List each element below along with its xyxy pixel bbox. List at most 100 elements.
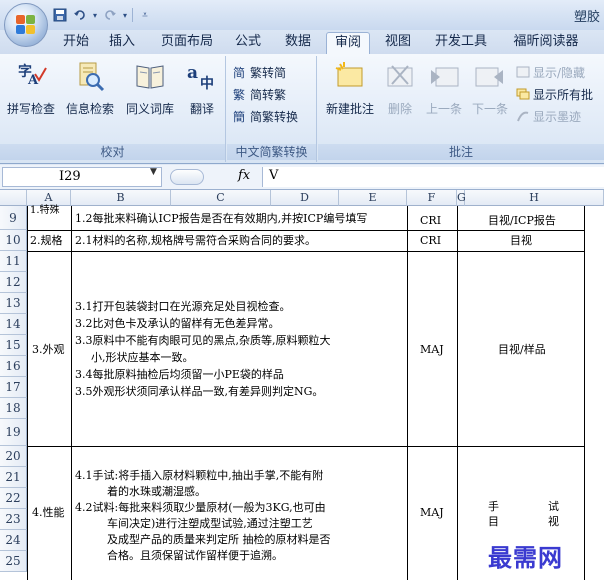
show-hide-comment-button[interactable]: 显示/隐藏 <box>516 62 585 82</box>
cell-a8-partial: 1.特殊 <box>30 205 60 216</box>
tab-home[interactable]: 开始 <box>58 32 94 54</box>
show-all-comments-button[interactable]: 显示所有批 <box>516 84 593 104</box>
tab-review[interactable]: 审阅 <box>326 32 370 54</box>
row-header-17[interactable]: 17 <box>0 377 27 398</box>
svg-text:a: a <box>187 63 198 83</box>
row-header-20[interactable]: 20 <box>0 446 27 467</box>
row-header-9[interactable]: 9 <box>0 206 27 230</box>
ribbon-tabs: 开始 插入 页面布局 公式 数据 审阅 视图 开发工具 福昕阅读器 <box>0 30 604 54</box>
new-comment-button[interactable]: 新建批注 <box>320 60 380 117</box>
row-header-16[interactable]: 16 <box>0 356 27 377</box>
formula-bar-expand-button[interactable] <box>170 169 204 185</box>
worksheet: A B C D E F G H 9 10 11 12 13 14 15 16 1… <box>0 190 604 588</box>
delete-comment-icon <box>384 60 416 92</box>
row-header-21[interactable]: 21 <box>0 467 27 488</box>
delete-comment-button[interactable]: 删除 <box>382 60 418 117</box>
formula-input[interactable]: V <box>262 167 604 187</box>
row-header-23[interactable]: 23 <box>0 509 27 530</box>
row-header-12[interactable]: 12 <box>0 272 27 293</box>
cell-f-performance[interactable]: MAJ <box>420 506 444 520</box>
redo-dropdown-icon[interactable]: ▾ <box>122 7 128 23</box>
svg-text:简: 简 <box>233 66 245 79</box>
spell-check-button[interactable]: 字A 拼写检查 <box>4 60 58 117</box>
cell-h9[interactable]: 目视/ICP报告 <box>488 214 556 228</box>
cell-a-performance[interactable]: 4.性能 <box>32 506 65 520</box>
row-header-15[interactable]: 15 <box>0 335 27 356</box>
row-header-11[interactable]: 11 <box>0 251 27 272</box>
performance-line-1: 4.1手试:将手插入原材料颗粒中,抽出手掌,不能有附 <box>75 469 324 482</box>
column-header-f[interactable]: F <box>407 190 457 206</box>
redo-icon[interactable] <box>102 7 118 23</box>
column-header-h[interactable]: H <box>465 190 604 206</box>
column-header-e[interactable]: E <box>339 190 407 206</box>
tab-foxit-reader[interactable]: 福昕阅读器 <box>504 32 588 54</box>
proofing-group: 字A 拼写检查 信息检索 同义词库 a中 翻译 校对 <box>0 56 226 162</box>
save-icon[interactable] <box>52 7 68 23</box>
thesaurus-label: 同义词库 <box>125 102 174 116</box>
cell-b9[interactable]: 1.2每批来料确认ICP报告是否在有效期内,并按ICP编号填写 <box>75 212 367 226</box>
row-header-25[interactable]: 25 <box>0 551 27 572</box>
row-header-14[interactable]: 14 <box>0 314 27 335</box>
column-header-d[interactable]: D <box>271 190 339 206</box>
table-border <box>584 206 585 580</box>
show-ink-button[interactable]: 显示墨迹 <box>516 106 581 126</box>
name-box-dropdown-icon[interactable]: ▼ <box>150 167 157 177</box>
spell-check-icon: 字A <box>15 60 47 92</box>
svg-text:A: A <box>27 73 39 88</box>
performance-line-5: 及成型产品的质量来判定所 抽检的原材料是否 <box>107 533 331 546</box>
trad-to-simp-button[interactable]: 简 繁转简 <box>233 62 286 82</box>
column-header-g[interactable]: G <box>457 190 466 206</box>
tab-insert[interactable]: 插入 <box>104 32 140 54</box>
tab-developer[interactable]: 开发工具 <box>428 32 494 54</box>
cell-f9[interactable]: CRI <box>420 214 441 228</box>
simp-to-trad-icon: 繁 <box>233 87 247 102</box>
cell-f10[interactable]: CRI <box>420 234 441 248</box>
row-header-22[interactable]: 22 <box>0 488 27 509</box>
insert-function-icon[interactable]: fx <box>238 168 250 183</box>
new-comment-icon <box>334 60 366 92</box>
ribbon: 字A 拼写检查 信息检索 同义词库 a中 翻译 校对 简 繁转简 繁 简转繁 簡… <box>0 54 604 164</box>
tab-data[interactable]: 数据 <box>280 32 316 54</box>
table-border <box>457 206 458 580</box>
table-border <box>27 206 28 580</box>
simp-to-trad-button[interactable]: 繁 简转繁 <box>233 84 286 104</box>
research-button[interactable]: 信息检索 <box>62 60 118 117</box>
row-header-19[interactable]: 19 <box>0 419 27 446</box>
column-header-b[interactable]: B <box>71 190 171 206</box>
translate-button[interactable]: a中 翻译 <box>182 60 222 117</box>
previous-comment-button[interactable]: 上一条 <box>422 60 466 117</box>
tab-view[interactable]: 视图 <box>380 32 416 54</box>
thesaurus-icon <box>134 60 166 92</box>
translate-icon: a中 <box>186 60 218 92</box>
undo-dropdown-icon[interactable]: ▾ <box>92 7 98 23</box>
quick-access-toolbar: ▾ ▾ ⩡ <box>52 5 153 25</box>
name-box[interactable]: I29 <box>2 167 162 187</box>
tab-page-layout[interactable]: 页面布局 <box>154 32 220 54</box>
customize-icon[interactable]: ⩡ <box>137 7 153 23</box>
cell-f-appearance[interactable]: MAJ <box>420 343 444 357</box>
undo-icon[interactable] <box>72 7 88 23</box>
translate-label: 翻译 <box>189 102 214 116</box>
table-border <box>27 230 584 231</box>
select-all-corner[interactable] <box>0 190 27 206</box>
row-header-10[interactable]: 10 <box>0 230 27 251</box>
chinese-conversion-group: 简 繁转简 繁 简转繁 簡 简繁转换 中文简繁转换 <box>227 56 317 162</box>
trad-to-simp-label: 繁转简 <box>250 65 287 80</box>
row-header-24[interactable]: 24 <box>0 530 27 551</box>
column-header-a[interactable]: A <box>27 190 71 206</box>
performance-line-3: 4.2试料:每批来料须取少量原材(一般为3KG,也可由 <box>75 501 326 514</box>
thesaurus-button[interactable]: 同义词库 <box>120 60 180 117</box>
row-header-18[interactable]: 18 <box>0 398 27 419</box>
cell-a-appearance[interactable]: 3.外观 <box>32 343 65 357</box>
row-header-13[interactable]: 13 <box>0 293 27 314</box>
office-button[interactable] <box>4 3 48 47</box>
tab-formulas[interactable]: 公式 <box>230 32 266 54</box>
cell-h-appearance[interactable]: 目视/样品 <box>498 343 546 357</box>
cell-b10[interactable]: 2.1材料的名称,规格牌号需符合采购合同的要求。 <box>75 234 316 248</box>
cell-h10[interactable]: 目视 <box>510 234 532 248</box>
svg-text:簡: 簡 <box>233 109 245 123</box>
column-header-c[interactable]: C <box>171 190 271 206</box>
next-comment-button[interactable]: 下一条 <box>468 60 512 117</box>
cell-a10[interactable]: 2.规格 <box>30 234 63 248</box>
conversion-button[interactable]: 簡 简繁转换 <box>233 106 298 126</box>
